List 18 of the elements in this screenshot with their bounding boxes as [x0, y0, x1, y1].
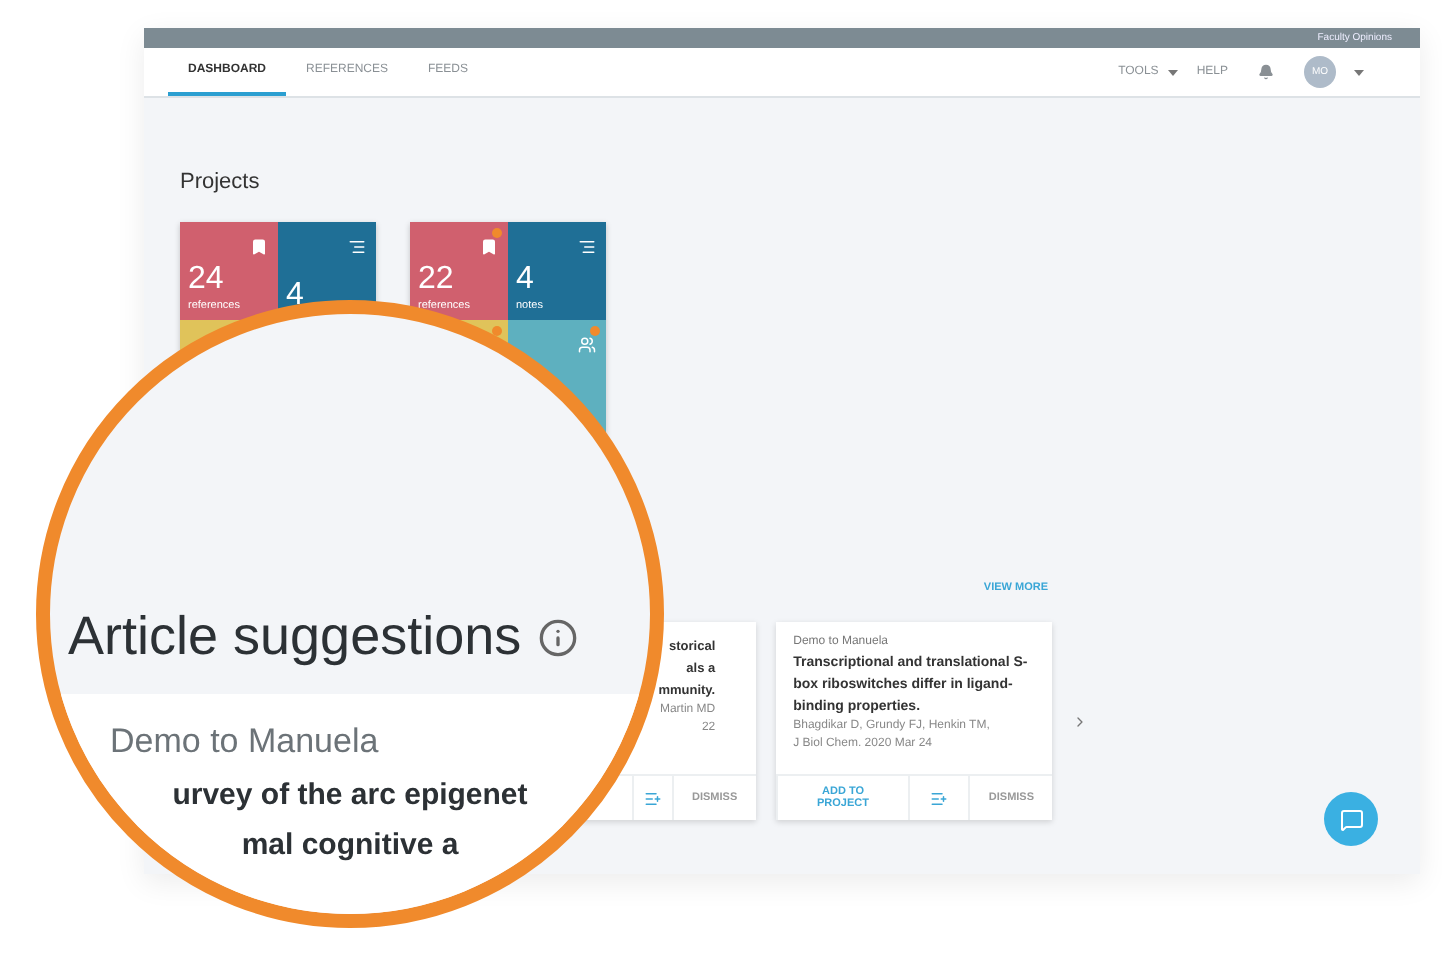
tile-count: 4 [516, 264, 534, 296]
magnified-source: Demo to Manuela [108, 722, 381, 762]
caret-icon[interactable] [1354, 69, 1364, 75]
tile-count: 24 [188, 264, 224, 296]
info-icon[interactable] [537, 617, 578, 657]
bell-icon[interactable] [1258, 64, 1274, 80]
chat-icon [1339, 807, 1363, 831]
magnified-title-line: mal cognitive a [241, 828, 459, 862]
magnified-heading: Article suggestions [68, 606, 522, 668]
chat-button[interactable] [1324, 792, 1378, 846]
caret-icon [1168, 69, 1179, 75]
chevron-right-icon[interactable] [1072, 713, 1088, 729]
tile-count: 22 [418, 264, 454, 296]
list-add-icon [644, 789, 662, 807]
magnified-title-line: urvey of the arc epigenet [172, 778, 528, 812]
list-add-icon [930, 789, 949, 807]
tile-count: 4 [286, 280, 304, 312]
section-title: Projects [180, 170, 262, 194]
